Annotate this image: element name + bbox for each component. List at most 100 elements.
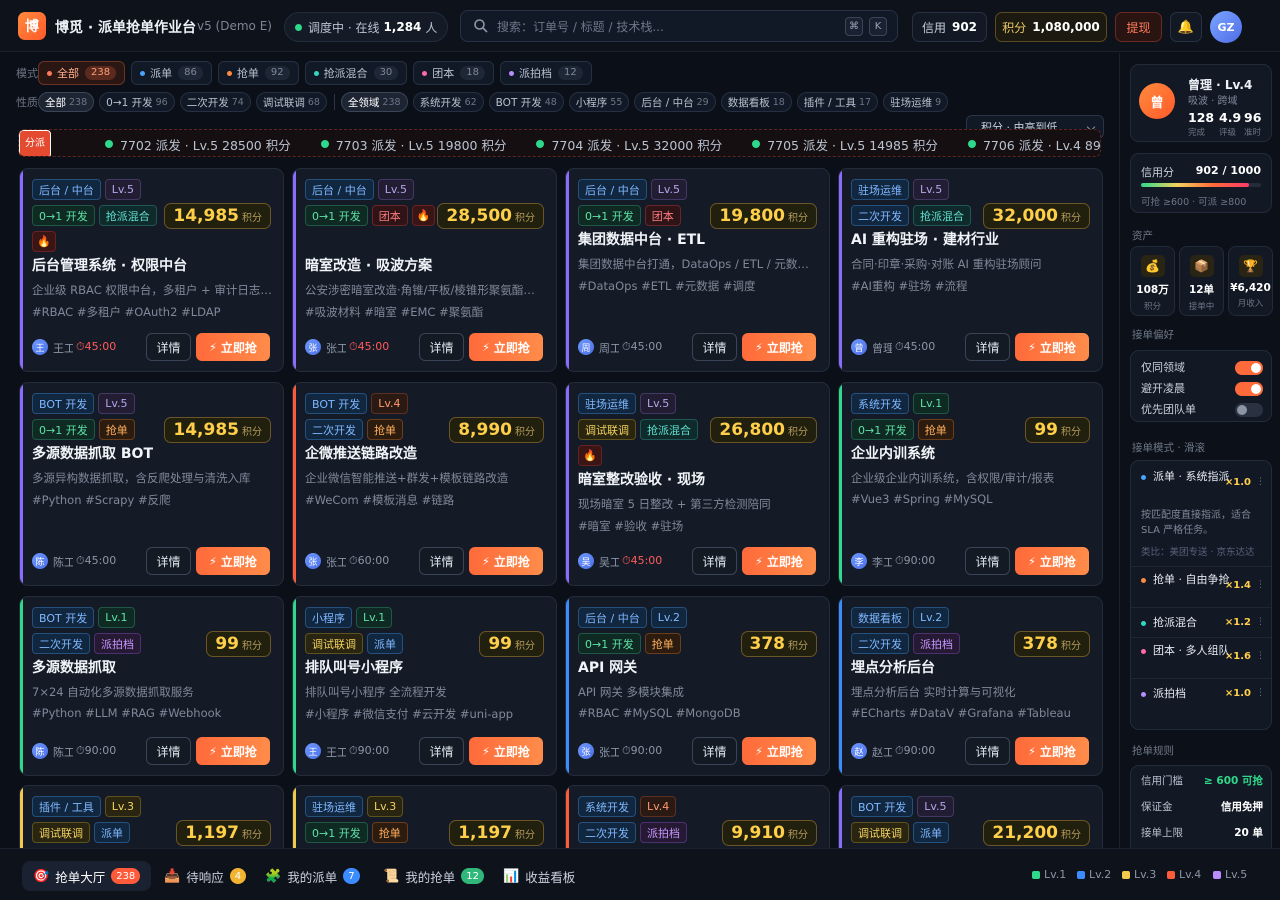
grab-button[interactable]: ⚡ 立即抢 bbox=[742, 737, 816, 765]
assignee-name: 曾理 bbox=[872, 342, 892, 355]
pref-toggle[interactable] bbox=[1235, 403, 1263, 417]
grab-button[interactable]: ⚡ 立即抢 bbox=[469, 737, 543, 765]
dispatch-dot-icon bbox=[536, 140, 545, 148]
mode-chip-count: 92 bbox=[264, 66, 290, 80]
mode-chip[interactable]: 派拍档 12 bbox=[500, 61, 592, 85]
nature-chip[interactable]: 调试联调 68 bbox=[255, 92, 327, 112]
order-card[interactable]: 驻场运维 Lv.5 二次开发 抢派混合 32,000 积分 AI 重构驻场 · 建材行业 合同… bbox=[838, 168, 1103, 372]
grab-button[interactable]: ⚡ 立即抢 bbox=[1015, 547, 1089, 575]
order-card[interactable]: 后台 / 中台 Lv.5 0→1 开发 团本 19,800 积分 集团数据中台 · ETL 集… bbox=[565, 168, 830, 372]
mode-chip[interactable]: 全部 238 bbox=[38, 61, 126, 85]
prefs-heading: 接单偏好 bbox=[1132, 329, 1174, 341]
order-card[interactable]: BOT 开发 Lv.1 二次开发 派拍档 99 积分 多源数据抓取 7×24 自动化多源数据抓… bbox=[19, 596, 284, 776]
chart-icon: 📊 bbox=[503, 868, 520, 884]
order-card[interactable]: 后台 / 中台 Lv.2 0→1 开发 抢单 378 积分 API 网关 API 网关 多模块… bbox=[565, 596, 830, 776]
order-card[interactable]: 数据看板 Lv.2 二次开发 派拍档 378 积分 埋点分析后台 埋点分析后台 实时计算与可视… bbox=[838, 596, 1103, 776]
domain-chip[interactable]: 全领域 238 bbox=[340, 92, 408, 112]
bottom-nav-item[interactable]: 📜 我的抢单 12 bbox=[372, 861, 495, 891]
grab-button[interactable]: ⚡ 立即抢 bbox=[742, 547, 816, 575]
grab-button-label: 立即抢 bbox=[493, 340, 530, 355]
grab-button[interactable]: ⚡ 立即抢 bbox=[469, 547, 543, 575]
card-hashtags: #暗室 #验收 #驻场 bbox=[578, 519, 684, 533]
grab-button[interactable]: ⚡ 立即抢 bbox=[196, 333, 270, 361]
bottom-nav-item[interactable]: 🎯 抢单大厅 238 bbox=[22, 861, 152, 891]
order-card[interactable]: 小程序 Lv.1 调试联调 派单 99 积分 排队叫号小程序 排队叫号小程序 全流程开发 #小程… bbox=[292, 596, 557, 776]
card-tag: 后台 / 中台 bbox=[578, 179, 647, 200]
lightning-icon: ⚡ bbox=[755, 340, 763, 354]
card-tag: 0→1 开发 bbox=[32, 419, 95, 440]
order-card[interactable]: 驻场运维 Lv.5 调试联调 抢派混合 🔥 26,800 积分 暗室整改验收 · 现场 现场暗室… bbox=[565, 382, 830, 586]
nature-chip[interactable]: 0→1 开发 96 bbox=[99, 92, 175, 112]
grab-button[interactable]: ⚡ 立即抢 bbox=[196, 737, 270, 765]
card-title: 企业内训系统 bbox=[851, 446, 935, 462]
detail-button[interactable]: 详情 bbox=[146, 333, 191, 361]
nature-chip[interactable]: 全部 238 bbox=[38, 92, 95, 112]
nature-chip[interactable]: 二次开发 74 bbox=[179, 92, 251, 112]
mode-chip[interactable]: 抢派混合 30 bbox=[304, 61, 408, 85]
bell-icon[interactable]: 🔔 bbox=[1170, 12, 1202, 42]
domain-chip[interactable]: 后台 / 中台 29 bbox=[634, 92, 716, 112]
detail-button[interactable]: 详情 bbox=[692, 333, 737, 361]
card-footer: 陈陈工 ⏱90:00 详情 ⚡ 立即抢 bbox=[32, 737, 273, 765]
grab-button[interactable]: ⚡ 立即抢 bbox=[1015, 333, 1089, 361]
domain-chip[interactable]: BOT 开发 48 bbox=[488, 92, 564, 112]
card-title: AI 重构驻场 · 建材行业 bbox=[851, 232, 999, 248]
mode-item[interactable]: 派拍档 ×1.0 ⋮ bbox=[1131, 678, 1271, 708]
mode-chip-label: 抢单 bbox=[236, 67, 259, 80]
card-score-value: 99 bbox=[215, 634, 239, 654]
pref-toggle[interactable] bbox=[1235, 382, 1263, 396]
detail-button[interactable]: 详情 bbox=[146, 737, 191, 765]
points-button[interactable]: 积分 1,080,000 bbox=[995, 12, 1107, 42]
order-card[interactable]: 系统开发 Lv.1 0→1 开发 抢单 99 积分 企业内训系统 企业级企业内训系统，含权限/… bbox=[838, 382, 1103, 586]
domain-chip-count: 9 bbox=[935, 96, 942, 108]
detail-button[interactable]: 详情 bbox=[419, 547, 464, 575]
order-card[interactable]: BOT 开发 Lv.4 二次开发 抢单 8,990 积分 企微推送链路改造 企业微信智能推送+… bbox=[292, 382, 557, 586]
order-card[interactable]: 后台 / 中台 Lv.5 0→1 开发 团本 🔥 28,500 积分 暗室改造 · 吸波方案公… bbox=[292, 168, 557, 372]
mode-item[interactable]: 抢单 · 自由争抢 ×1.4 ⋮ bbox=[1131, 566, 1271, 607]
card-footer: 王王工 ⏱90:00 详情 ⚡ 立即抢 bbox=[305, 737, 546, 765]
domain-chip-label: 驻场运维 bbox=[890, 96, 933, 109]
card-tag: 调试联调 bbox=[32, 822, 90, 843]
pref-toggle[interactable] bbox=[1235, 361, 1263, 375]
card-tag: Lv.2 bbox=[650, 607, 687, 628]
domain-chip[interactable]: 驻场运维 9 bbox=[883, 92, 949, 112]
detail-button[interactable]: 详情 bbox=[965, 333, 1010, 361]
detail-button[interactable]: 详情 bbox=[419, 737, 464, 765]
domain-chip[interactable]: 数据看板 18 bbox=[720, 92, 792, 112]
domain-chip[interactable]: 小程序 55 bbox=[568, 92, 630, 112]
grab-button[interactable]: ⚡ 立即抢 bbox=[742, 333, 816, 361]
grab-button[interactable]: ⚡ 立即抢 bbox=[196, 547, 270, 575]
card-tag: Lv.5 bbox=[913, 179, 950, 200]
mode-chip-count: 238 bbox=[85, 66, 117, 80]
bottom-nav-item[interactable]: 📊 收益看板 bbox=[492, 861, 586, 891]
domain-chip[interactable]: 插件 / 工具 17 bbox=[796, 92, 879, 112]
user-avatar[interactable]: GZ bbox=[1210, 11, 1242, 43]
withdraw-button[interactable]: 提现 bbox=[1115, 12, 1162, 42]
profile-stat: 128 完成 bbox=[1188, 110, 1214, 138]
countdown-timer: ⏱90:00 bbox=[622, 744, 663, 757]
mode-multiplier: ×1.2 bbox=[1224, 617, 1251, 628]
order-card[interactable]: 后台 / 中台 Lv.5 0→1 开发 抢派混合 🔥 14,985 积分 后台管理系统 · 权… bbox=[19, 168, 284, 372]
mode-item[interactable]: 抢派混合 ×1.2 ⋮ bbox=[1131, 607, 1271, 637]
mode-item[interactable]: 派单 · 系统指派 ×1.0 ⋮ 按匹配度直接指派，适合 SLA 严格任务。 类比：美团… bbox=[1131, 461, 1271, 566]
detail-button[interactable]: 详情 bbox=[692, 737, 737, 765]
detail-button[interactable]: 详情 bbox=[692, 547, 737, 575]
detail-button[interactable]: 详情 bbox=[965, 737, 1010, 765]
mode-chip[interactable]: 抢单 92 bbox=[217, 61, 299, 85]
mode-chip[interactable]: 团本 18 bbox=[413, 61, 495, 85]
detail-button[interactable]: 详情 bbox=[965, 547, 1010, 575]
pref-row: 仅同领域 bbox=[1141, 359, 1263, 377]
detail-button[interactable]: 详情 bbox=[146, 547, 191, 575]
order-card[interactable]: BOT 开发 Lv.5 0→1 开发 抢单 14,985 积分 多源数据抓取 BOT 多源异构… bbox=[19, 382, 284, 586]
grab-button[interactable]: ⚡ 立即抢 bbox=[1015, 737, 1089, 765]
bottom-nav-item[interactable]: 📥 待响应 4 bbox=[153, 861, 257, 891]
credit-label: 信用 bbox=[921, 20, 946, 35]
mode-chip[interactable]: 派单 86 bbox=[131, 61, 212, 85]
domain-chip[interactable]: 系统开发 62 bbox=[412, 92, 484, 112]
mode-item[interactable]: 团本 · 多人组队 ×1.6 ⋮ bbox=[1131, 637, 1271, 678]
search-input[interactable]: 搜索：订单号 / 标题 / 技术栈... ⌘ K bbox=[460, 10, 898, 42]
credit-button[interactable]: 信用 902 bbox=[912, 12, 987, 42]
grab-button[interactable]: ⚡ 立即抢 bbox=[469, 333, 543, 361]
bottom-nav-item[interactable]: 🧩 我的派单 7 bbox=[254, 861, 371, 891]
detail-button[interactable]: 详情 bbox=[419, 333, 464, 361]
